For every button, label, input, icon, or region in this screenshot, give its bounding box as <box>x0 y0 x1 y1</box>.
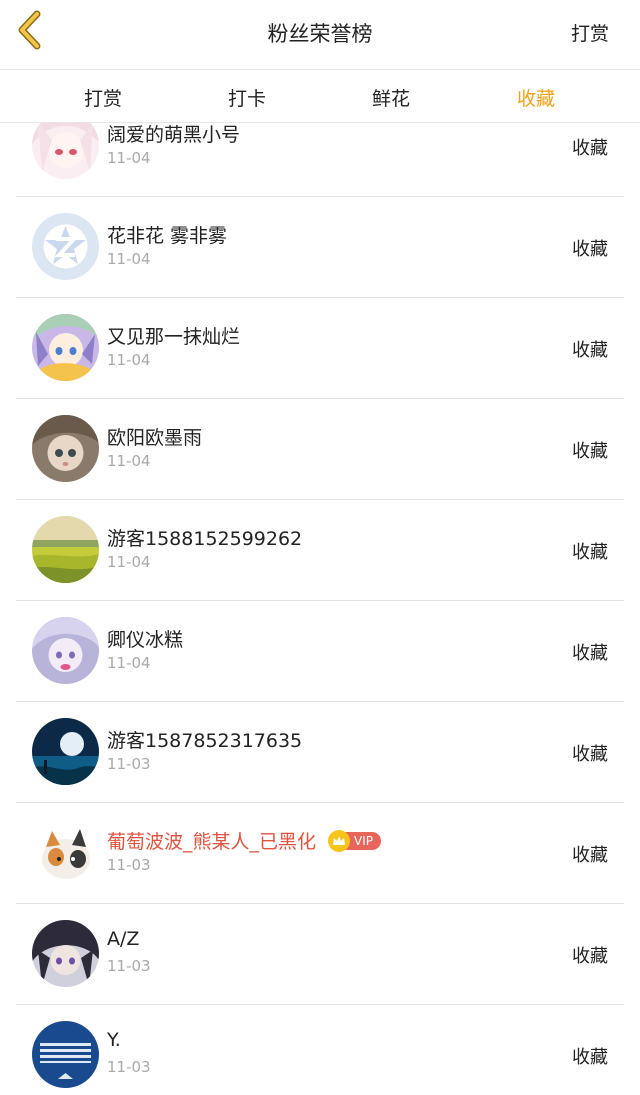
list-item[interactable]: 花非花 雾非雾 11-04 收藏 <box>16 197 624 298</box>
avatar[interactable] <box>32 213 99 280</box>
username: A/Z <box>107 928 140 950</box>
favorite-label: 收藏 <box>572 239 608 260</box>
fan-list[interactable]: 阔爱的萌黑小号 11-04 收藏 花非花 雾非雾 11-04 收藏 又见那一抹灿… <box>0 123 640 1095</box>
tab-favorites[interactable]: 收藏 <box>517 84 555 111</box>
favorite-label: 收藏 <box>572 340 608 361</box>
top-navigation-bar: 粉丝荣誉榜 打赏 <box>0 0 640 70</box>
tab-flowers[interactable]: 鲜花 <box>372 84 410 111</box>
date-label: 11-04 <box>107 452 151 470</box>
avatar[interactable] <box>32 314 99 381</box>
list-item[interactable]: 卿仪冰糕 11-04 收藏 <box>16 601 624 702</box>
avatar[interactable] <box>32 1021 99 1088</box>
list-item[interactable]: A/Z 11-03 收藏 <box>16 904 624 1005</box>
favorite-label: 收藏 <box>572 845 608 866</box>
list-item[interactable]: 又见那一抹灿烂 11-04 收藏 <box>16 298 624 399</box>
favorite-label: 收藏 <box>572 744 608 765</box>
username: 游客1588152599262 <box>107 528 303 550</box>
avatar[interactable] <box>32 415 99 482</box>
list-item[interactable]: 葡萄波波_熊某人_已黑化 VIP 11-03 收藏 <box>16 803 624 904</box>
username: 卿仪冰糕 <box>107 629 184 651</box>
date-label: 11-04 <box>107 553 151 571</box>
username: 葡萄波波_熊某人_已黑化 VIP <box>107 827 381 854</box>
favorite-label: 收藏 <box>572 946 608 967</box>
username: 游客1587852317635 <box>107 730 303 752</box>
page-title: 粉丝荣誉榜 <box>267 22 373 46</box>
date-label: 11-03 <box>107 957 151 975</box>
date-label: 11-04 <box>107 149 151 167</box>
vip-badge: VIP <box>328 829 381 852</box>
favorite-label: 收藏 <box>572 441 608 462</box>
tab-bar: 打赏 打卡 鲜花 收藏 <box>0 70 640 123</box>
username: 花非花 雾非雾 <box>107 225 228 247</box>
username: Y. <box>107 1029 121 1051</box>
favorite-label: 收藏 <box>572 643 608 664</box>
date-label: 11-04 <box>107 351 151 369</box>
avatar[interactable] <box>32 819 99 886</box>
favorite-label: 收藏 <box>572 542 608 563</box>
tab-reward[interactable]: 打赏 <box>84 84 122 111</box>
list-item[interactable]: 游客1587852317635 11-03 收藏 <box>16 702 624 803</box>
tab-checkin[interactable]: 打卡 <box>228 84 266 111</box>
date-label: 11-04 <box>107 250 151 268</box>
avatar[interactable] <box>32 123 99 179</box>
reward-button[interactable]: 打赏 <box>571 19 609 46</box>
username: 又见那一抹灿烂 <box>107 326 241 348</box>
date-label: 11-03 <box>107 856 151 874</box>
username: 阔爱的萌黑小号 <box>107 124 241 146</box>
avatar[interactable] <box>32 516 99 583</box>
list-item[interactable]: 欧阳欧墨雨 11-04 收藏 <box>16 399 624 500</box>
list-item[interactable]: 阔爱的萌黑小号 11-04 收藏 <box>16 123 624 197</box>
list-item[interactable]: Y. 11-03 收藏 <box>16 1005 624 1095</box>
favorite-label: 收藏 <box>572 1047 608 1068</box>
favorite-label: 收藏 <box>572 138 608 159</box>
list-item[interactable]: 游客1588152599262 11-04 收藏 <box>16 500 624 601</box>
username: 欧阳欧墨雨 <box>107 427 203 449</box>
date-label: 11-03 <box>107 1058 151 1076</box>
avatar[interactable] <box>32 617 99 684</box>
avatar[interactable] <box>32 718 99 785</box>
date-label: 11-03 <box>107 755 151 773</box>
avatar[interactable] <box>32 920 99 987</box>
date-label: 11-04 <box>107 654 151 672</box>
crown-icon <box>328 829 351 852</box>
